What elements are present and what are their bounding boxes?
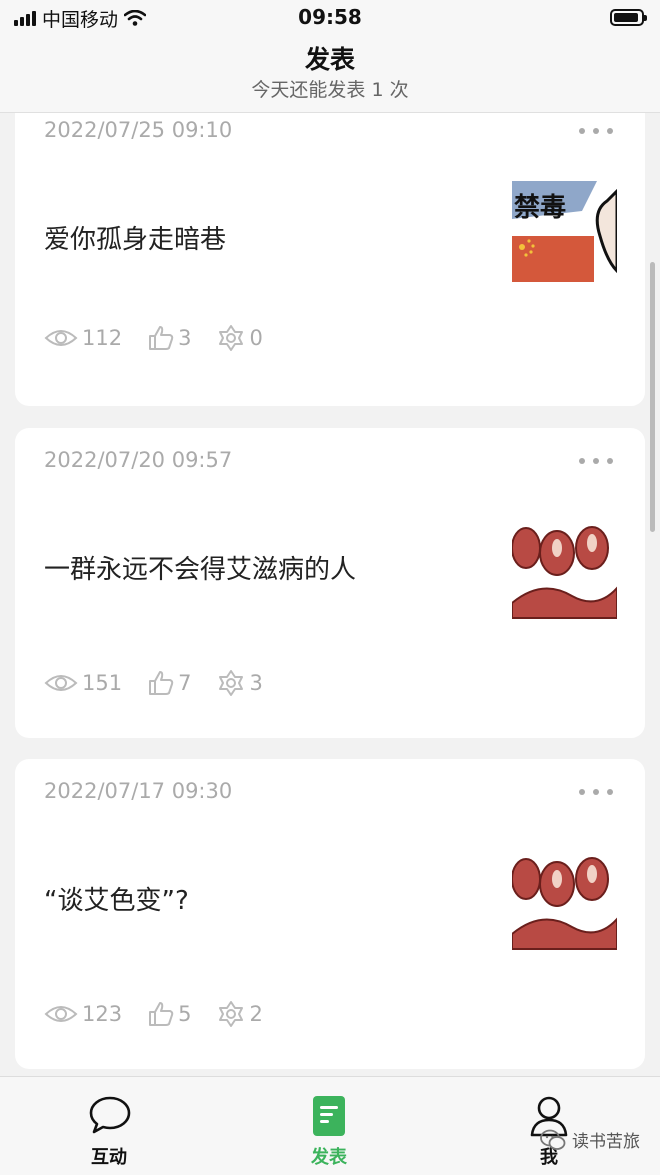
likes-count: 3 — [178, 326, 192, 350]
post-title[interactable]: 一群永远不会得艾滋病的人 — [44, 549, 464, 586]
shares-count: 3 — [249, 671, 263, 695]
wechat-logo-icon — [540, 1129, 566, 1150]
battery-icon — [610, 9, 647, 26]
post-stats: 123 5 2 — [44, 1000, 289, 1028]
tab-publish[interactable]: 发表 — [269, 1077, 389, 1175]
post-stats: 112 3 0 — [44, 324, 289, 352]
document-icon — [313, 1096, 345, 1136]
clock-time: 09:58 — [298, 5, 362, 29]
thumbs-up-icon — [149, 671, 174, 695]
views-stat: 112 — [44, 326, 122, 350]
shares-count: 0 — [249, 326, 263, 350]
shares-stat[interactable]: 0 — [217, 324, 263, 352]
status-bar: 中国移动 09:58 — [0, 0, 660, 36]
post-card[interactable]: 2022/07/25 09:10 爱你孤身走暗巷 禁毒 112 3 0 — [15, 113, 645, 406]
post-card[interactable]: 2022/07/20 09:57 一群永远不会得艾滋病的人 151 7 3 — [15, 428, 645, 738]
post-title[interactable]: 爱你孤身走暗巷 — [44, 219, 464, 256]
more-options-icon[interactable] — [579, 786, 613, 798]
likes-stat[interactable]: 3 — [148, 325, 191, 351]
share-hex-icon — [219, 325, 244, 351]
more-options-icon[interactable] — [579, 455, 613, 467]
tab-interact[interactable]: 互动 — [49, 1077, 169, 1175]
page-title: 发表 — [304, 45, 355, 74]
views-stat: 123 — [44, 1002, 122, 1026]
post-stats: 151 7 3 — [44, 669, 289, 697]
shares-stat[interactable]: 2 — [217, 1000, 263, 1028]
share-hex-icon — [219, 670, 244, 696]
likes-count: 7 — [178, 671, 192, 695]
shares-count: 2 — [249, 1002, 263, 1026]
post-thumbnail[interactable] — [512, 518, 617, 623]
watermark: 读书苦旅 — [540, 1127, 640, 1152]
likes-count: 5 — [178, 1002, 192, 1026]
thumb-text: 禁毒 — [514, 193, 566, 223]
post-date: 2022/07/20 09:57 — [44, 448, 233, 472]
more-options-icon[interactable] — [579, 125, 613, 137]
views-count: 151 — [82, 671, 123, 695]
tab-label: 发表 — [311, 1147, 347, 1168]
likes-stat[interactable]: 7 — [148, 670, 191, 696]
post-feed[interactable]: 2022/07/25 09:10 爱你孤身走暗巷 禁毒 112 3 0 2022… — [0, 113, 660, 1076]
watermark-text: 读书苦旅 — [572, 1132, 640, 1152]
thumbs-up-icon — [149, 326, 174, 350]
views-stat: 151 — [44, 671, 122, 695]
tab-me[interactable]: 我 — [489, 1077, 609, 1175]
eye-icon — [44, 330, 78, 346]
nav-header: 发表 今天还能发表 1 次 — [0, 36, 660, 113]
views-count: 112 — [82, 326, 123, 350]
post-title[interactable]: “谈艾色变”? — [44, 880, 464, 917]
thumbs-up-icon — [149, 1002, 174, 1026]
scrollbar[interactable] — [650, 262, 655, 532]
shares-stat[interactable]: 3 — [217, 669, 263, 697]
post-date: 2022/07/25 09:10 — [44, 118, 233, 142]
share-hex-icon — [219, 1001, 244, 1027]
chat-bubble-icon — [89, 1096, 131, 1134]
eye-icon — [44, 1006, 78, 1022]
post-date: 2022/07/17 09:30 — [44, 779, 233, 803]
page-subtitle: 今天还能发表 1 次 — [251, 79, 409, 101]
post-card[interactable]: 2022/07/17 09:30 “谈艾色变”? 123 5 2 — [15, 759, 645, 1069]
tab-bar: 互动 发表 我 — [0, 1076, 660, 1175]
likes-stat[interactable]: 5 — [148, 1001, 191, 1027]
post-thumbnail[interactable] — [512, 849, 617, 954]
eye-icon — [44, 675, 78, 691]
post-thumbnail[interactable]: 禁毒 — [512, 181, 617, 286]
tab-label: 互动 — [91, 1147, 127, 1168]
views-count: 123 — [82, 1002, 123, 1026]
